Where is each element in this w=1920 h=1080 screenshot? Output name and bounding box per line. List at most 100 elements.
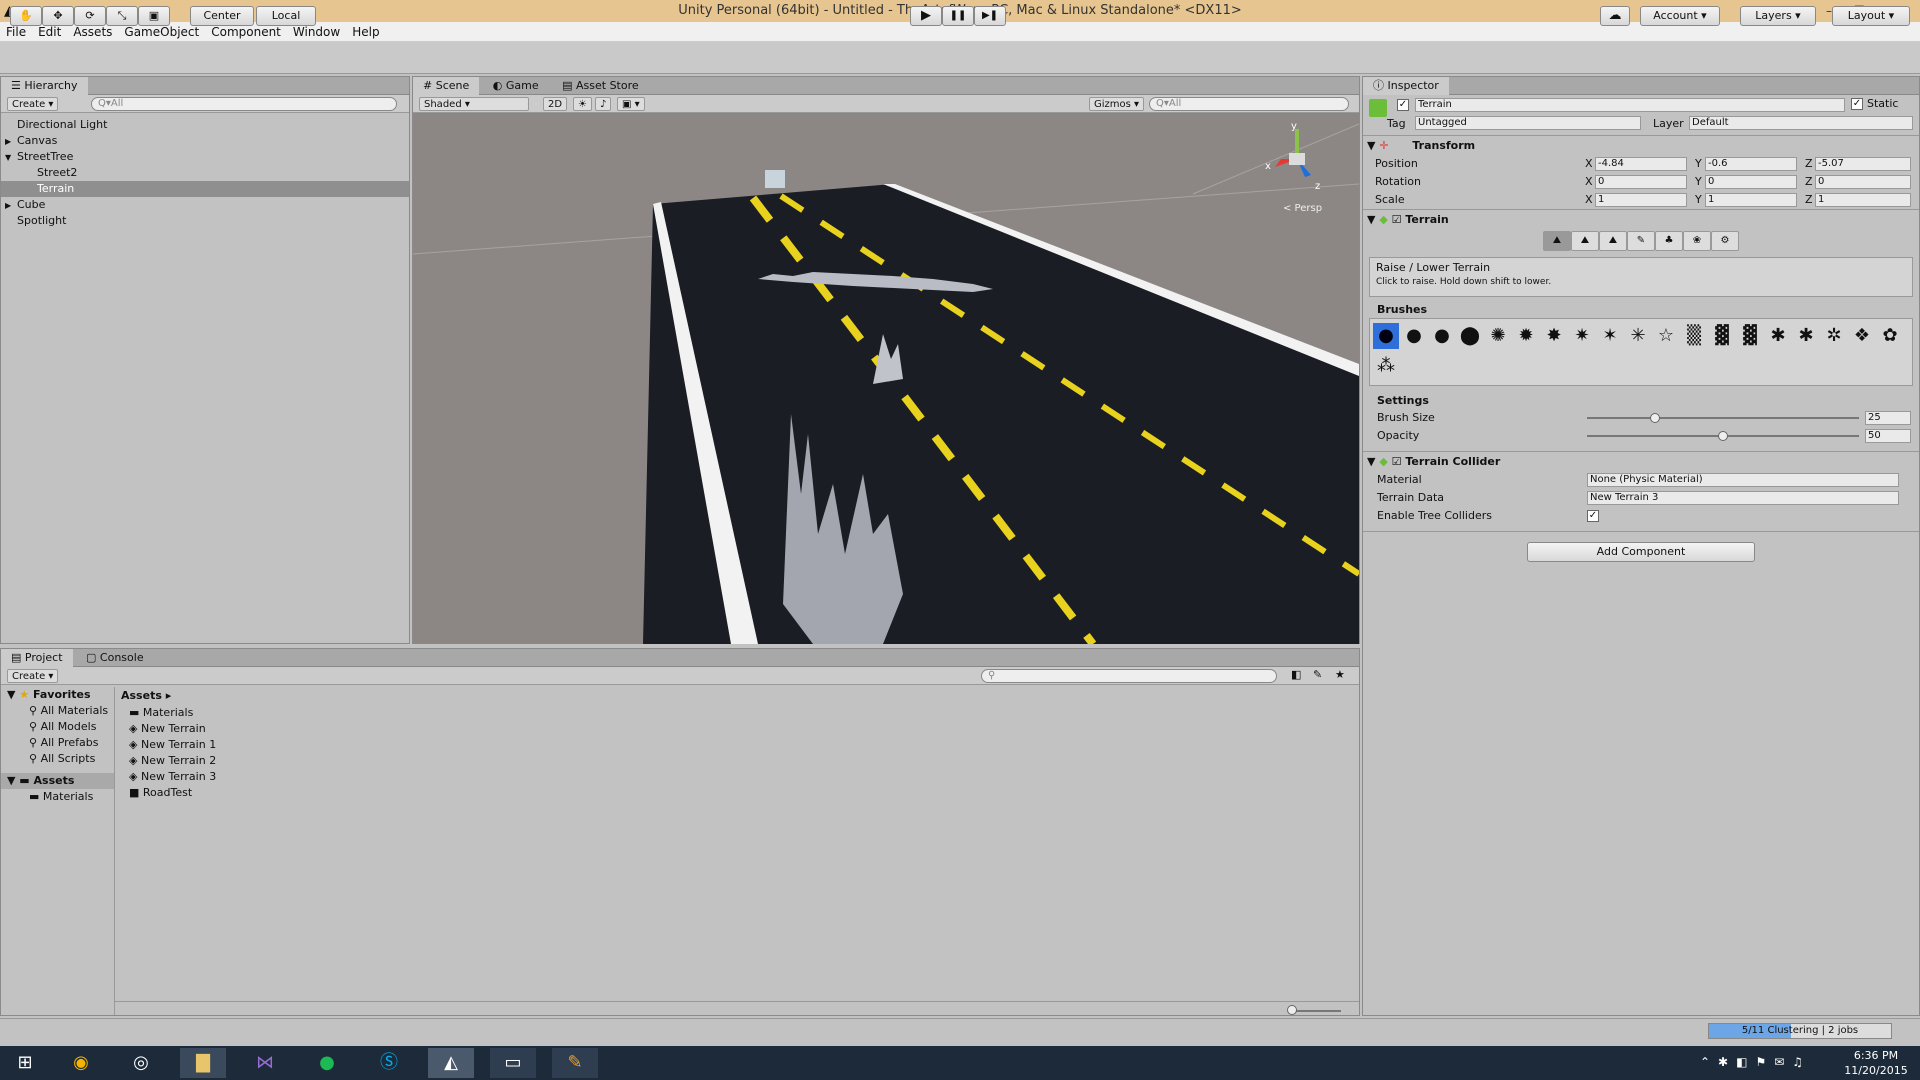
opacity-slider-knob[interactable] [1718, 431, 1728, 441]
hierarchy-item[interactable]: Directional Light [1, 117, 409, 133]
skype-icon[interactable]: Ⓢ [366, 1048, 412, 1078]
place-trees-tool-icon[interactable]: ♣ [1655, 231, 1683, 251]
brush-swatch[interactable]: ✿ [1877, 323, 1903, 349]
pause-button[interactable]: ❚❚ [942, 6, 974, 26]
scale-z-field[interactable]: 1 [1815, 193, 1911, 207]
brush-swatch[interactable]: ✹ [1513, 323, 1539, 349]
system-tray-icons[interactable]: ⌃✱◧⚑✉♫ [1700, 1055, 1811, 1069]
favorite-item[interactable]: ⚲ All Models [1, 719, 114, 735]
tab-game[interactable]: ◐ Game [483, 77, 549, 95]
paint-details-tool-icon[interactable]: ❀ [1683, 231, 1711, 251]
rotate-tool-button[interactable]: ⟳ [74, 6, 106, 26]
brush-swatch[interactable]: ✱ [1765, 323, 1791, 349]
brush-size-slider[interactable] [1587, 417, 1859, 419]
tab-hierarchy[interactable]: ☰ Hierarchy [1, 77, 88, 95]
terrain-header[interactable]: ▼ ◆ ☑ Terrain [1363, 209, 1919, 229]
favorite-item[interactable]: ⚲ All Prefabs [1, 735, 114, 751]
brush-swatch[interactable]: ⁂ [1373, 353, 1399, 379]
smooth-height-tool-icon[interactable]: ⛰ [1599, 231, 1627, 251]
rotation-x-field[interactable]: 0 [1595, 175, 1687, 189]
icon-size-slider[interactable] [1291, 1010, 1341, 1012]
brush-size-slider-knob[interactable] [1650, 413, 1660, 423]
move-tool-button[interactable]: ✥ [42, 6, 74, 26]
tab-inspector[interactable]: ⓘ Inspector [1363, 77, 1449, 95]
orientation-gizmo[interactable]: y x z [1261, 119, 1331, 199]
rotation-z-field[interactable]: 0 [1815, 175, 1911, 189]
brush-swatch[interactable]: ● [1401, 323, 1427, 349]
step-button[interactable]: ▶❚ [974, 6, 1006, 26]
asset-item[interactable]: ◈ New Terrain 2 [129, 753, 216, 769]
play-button[interactable]: ▶ [910, 6, 942, 26]
spotify-icon[interactable]: ● [304, 1048, 350, 1078]
paint-height-tool-icon[interactable]: ⛰ [1571, 231, 1599, 251]
layout-dropdown[interactable]: Layout ▾ [1832, 6, 1910, 26]
brush-swatch[interactable]: ☆ [1653, 323, 1679, 349]
object-name-field[interactable]: Terrain [1415, 98, 1845, 112]
brush-swatch[interactable]: ▓ [1737, 323, 1763, 349]
hierarchy-item[interactable]: Street2 [1, 165, 409, 181]
menu-help[interactable]: Help [346, 22, 385, 42]
asset-item[interactable]: ◈ New Terrain [129, 721, 216, 737]
foldout-arrow-icon[interactable]: ▼ [5, 150, 17, 166]
brush-swatch[interactable]: ❖ [1849, 323, 1875, 349]
hierarchy-item[interactable]: ▼ StreetTree [1, 149, 409, 165]
brush-swatch[interactable]: ✳ [1625, 323, 1651, 349]
raise-lower-tool-icon[interactable]: ⛰ [1543, 231, 1571, 251]
static-checkbox[interactable]: ✓ [1851, 98, 1863, 110]
brush-swatch[interactable]: ● [1429, 323, 1455, 349]
project-create-button[interactable]: Create ▾ [7, 669, 59, 683]
tree-materials-folder[interactable]: ▬ Materials [1, 789, 114, 805]
brush-swatch[interactable]: ✺ [1485, 323, 1511, 349]
brush-swatch[interactable]: ✲ [1821, 323, 1847, 349]
windows-start-icon[interactable]: ⊞ [2, 1048, 48, 1078]
visual-studio-icon[interactable]: ⋈ [242, 1048, 288, 1078]
cloud-button[interactable]: ☁ [1600, 6, 1630, 26]
window-taskbar-icon[interactable]: ▭ [490, 1048, 536, 1078]
brush-swatch[interactable]: ✷ [1569, 323, 1595, 349]
foldout-arrow-icon[interactable]: ▶ [5, 134, 17, 150]
paint-taskbar-icon[interactable]: ✎ [552, 1048, 598, 1078]
steam-icon[interactable]: ◎ [118, 1048, 164, 1078]
assets-breadcrumb[interactable]: Assets ▸ [121, 689, 171, 702]
unity-taskbar-icon[interactable]: ◭ [428, 1048, 474, 1078]
asset-item[interactable]: ■ RoadTest [129, 785, 216, 801]
toggle-2d-button[interactable]: 2D [543, 97, 568, 111]
brush-swatch[interactable]: ✸ [1541, 323, 1567, 349]
opacity-field[interactable]: 50 [1865, 429, 1911, 443]
asset-item[interactable]: ◈ New Terrain 3 [129, 769, 216, 785]
file-explorer-icon[interactable]: ▇ [180, 1048, 226, 1078]
tab-scene[interactable]: # Scene [413, 77, 480, 95]
layers-dropdown[interactable]: Layers ▾ [1740, 6, 1816, 26]
shading-dropdown[interactable]: Shaded ▾ [419, 97, 529, 111]
brush-swatch[interactable]: ● [1373, 323, 1399, 349]
position-x-field[interactable]: -4.84 [1595, 157, 1687, 171]
favorite-item[interactable]: ⚲ All Materials [1, 703, 114, 719]
clock[interactable]: 6:36 PM 11/20/2015 [1836, 1048, 1916, 1078]
tab-asset-store[interactable]: ▤ Asset Store [552, 77, 649, 95]
account-dropdown[interactable]: Account ▾ [1640, 6, 1720, 26]
scale-y-field[interactable]: 1 [1705, 193, 1797, 207]
asset-item[interactable]: ▬ Materials [129, 705, 216, 721]
hierarchy-item[interactable]: Terrain [1, 181, 409, 197]
asset-item[interactable]: ◈ New Terrain 1 [129, 737, 216, 753]
assets-node[interactable]: ▼ ▬ Assets [1, 773, 114, 789]
filter-label-icon[interactable]: ✎ [1313, 668, 1322, 681]
brush-size-field[interactable]: 25 [1865, 411, 1911, 425]
persp-label[interactable]: < Persp [1283, 203, 1322, 214]
terrain-collider-header[interactable]: ▼ ◆ ☑ Terrain Collider [1363, 451, 1919, 471]
favorites-node[interactable]: ▼ ★ Favorites [1, 687, 114, 703]
brush-swatch[interactable]: ▓ [1709, 323, 1735, 349]
terrain-settings-tool-icon[interactable]: ⚙ [1711, 231, 1739, 251]
collider-enabled-checkbox[interactable]: ☑ [1392, 455, 1402, 468]
lighting-icon[interactable]: ☀ [573, 97, 592, 111]
material-field[interactable]: None (Physic Material) [1587, 473, 1899, 487]
filter-type-icon[interactable]: ◧ [1291, 668, 1301, 681]
position-z-field[interactable]: -5.07 [1815, 157, 1911, 171]
scale-tool-button[interactable]: ⤡ [106, 6, 138, 26]
active-checkbox[interactable]: ✓ [1397, 99, 1409, 111]
hierarchy-item[interactable]: ▶ Cube [1, 197, 409, 213]
gizmos-dropdown[interactable]: Gizmos ▾ [1089, 97, 1145, 111]
brush-swatch[interactable]: ▒ [1681, 323, 1707, 349]
tab-project[interactable]: ▤ Project [1, 649, 73, 667]
hierarchy-search-input[interactable]: Q▾All [91, 97, 397, 111]
